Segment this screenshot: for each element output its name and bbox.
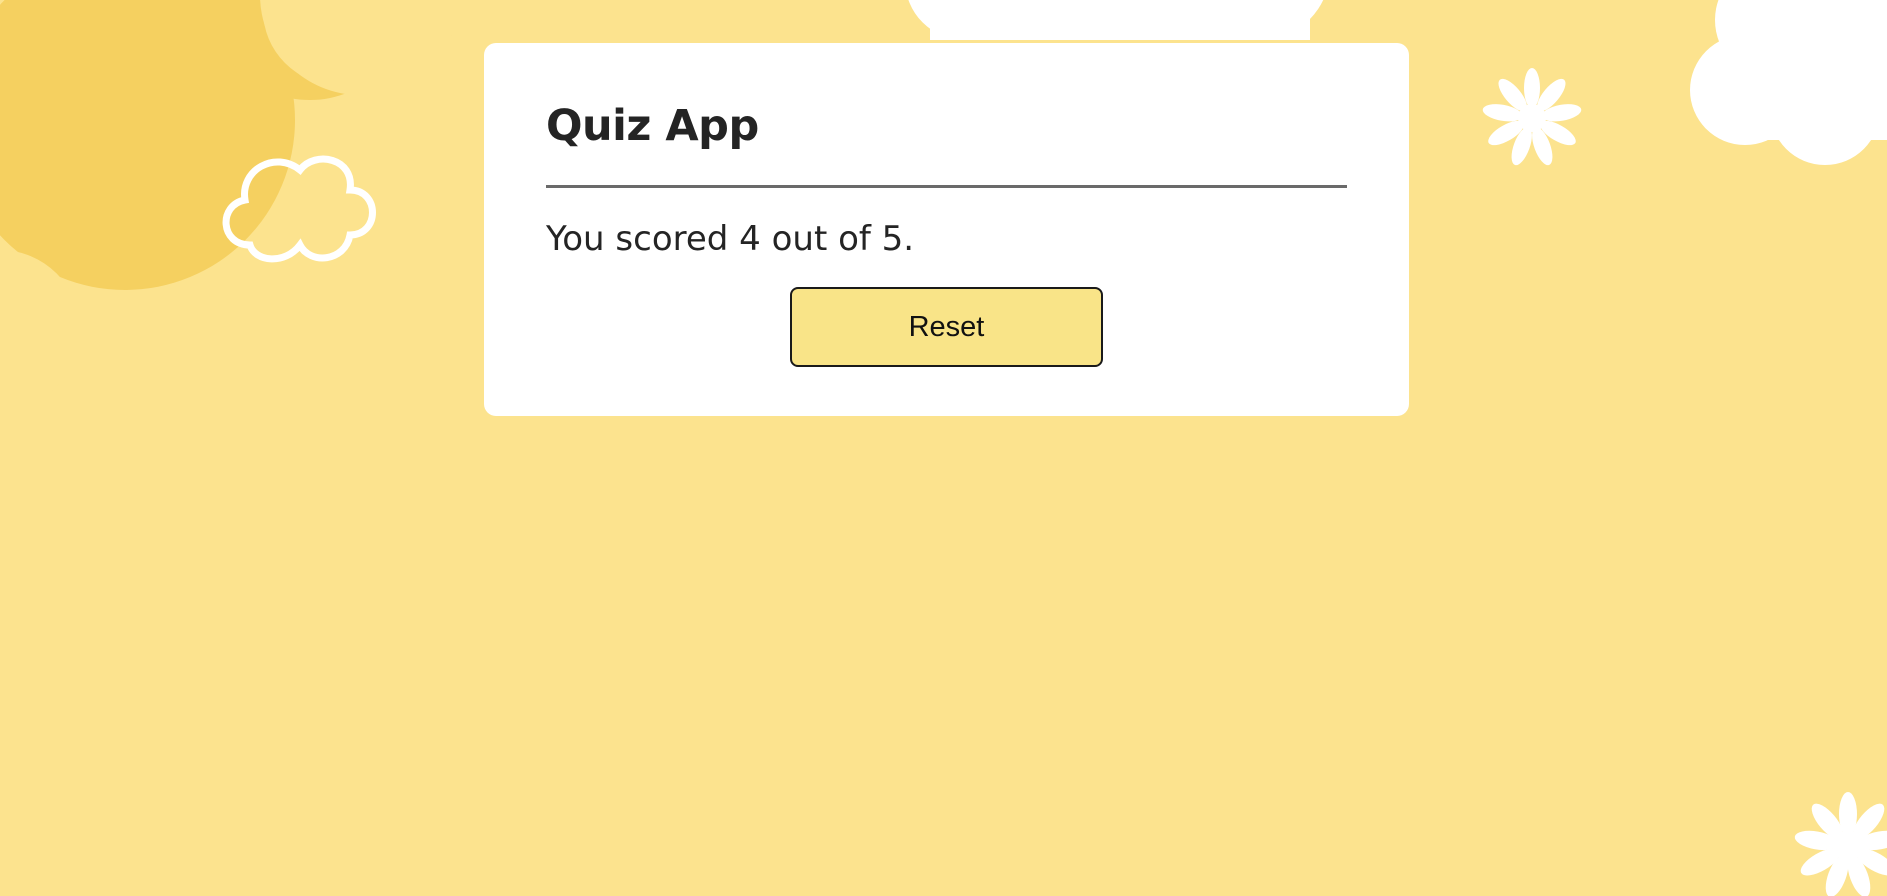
cloud-outline-icon [222,155,376,263]
cloud-icon [908,0,1324,45]
title-divider [546,185,1347,188]
app-title: Quiz App [546,101,759,151]
quiz-card: Quiz App You scored 4 out of 5. Reset [484,43,1409,416]
flower-icon [1482,68,1582,166]
score-text: You scored 4 out of 5. [546,219,915,259]
cloud-icon [1690,0,1887,165]
sun-shape [0,0,410,290]
reset-button[interactable]: Reset [790,287,1103,367]
flower-icon [1794,792,1887,896]
